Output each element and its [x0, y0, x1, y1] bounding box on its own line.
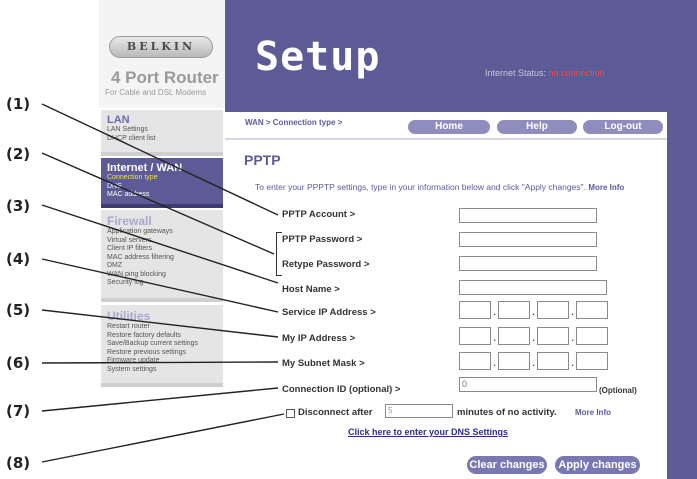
disconnect-label: Disconnect after — [298, 407, 373, 418]
internet-status-value: no connection — [548, 68, 605, 78]
service-ip-octet-4[interactable] — [576, 301, 608, 319]
logo-panel: BELKIN 4 Port Router For Cable and DSL M… — [99, 0, 225, 108]
sidebar-section-utilities: Utilities Restart router Restore factory… — [101, 305, 223, 387]
ip-dot: . — [571, 355, 575, 369]
my-ip-octet-1[interactable] — [459, 327, 491, 345]
sidebar-item-system-settings[interactable]: System settings — [107, 366, 217, 375]
ip-dot: . — [532, 355, 536, 369]
sidebar-item-client-ip-filters[interactable]: Client IP filters — [107, 245, 217, 254]
sidebar-heading-wan[interactable]: Internet / WAN — [107, 162, 217, 174]
host-name-input[interactable] — [459, 280, 607, 295]
dns-settings-link[interactable]: Click here to enter your DNS Settings — [348, 427, 508, 437]
my-ip-label: My IP Address > — [282, 333, 356, 344]
internet-status: Internet Status: no connection — [485, 68, 605, 78]
sidebar-item-application-gateways[interactable]: Application gateways — [107, 228, 217, 237]
my-ip-octet-3[interactable] — [537, 327, 569, 345]
ip-dot: . — [493, 330, 497, 344]
sidebar-item-mac-filtering[interactable]: MAC address filtering — [107, 254, 217, 263]
connection-id-label: Connection ID (optional) > — [282, 384, 401, 395]
callout-7: (7) — [6, 402, 31, 420]
ip-dot: . — [532, 330, 536, 344]
sidebar-item-dmz[interactable]: DMZ — [107, 262, 217, 271]
ip-dot: . — [571, 330, 575, 344]
callout-5: (5) — [6, 301, 31, 319]
disconnect-more-info-link[interactable]: More Info — [575, 408, 611, 417]
apply-changes-button[interactable]: Apply changes — [555, 456, 640, 474]
sidebar-item-save-backup[interactable]: Save/Backup current settings — [107, 340, 217, 349]
my-ip-octet-4[interactable] — [576, 327, 608, 345]
disconnect-checkbox[interactable] — [286, 409, 295, 418]
page-title: Setup — [255, 34, 381, 80]
callout-8: (8) — [6, 454, 31, 472]
service-ip-octet-2[interactable] — [498, 301, 530, 319]
sidebar-section-lan: LAN LAN Settings DHCP client list — [101, 110, 223, 156]
sidebar-item-connection-type[interactable]: Connection type — [107, 174, 217, 183]
navigation-bar: WAN > Connection type > Home Help Log-ou… — [225, 112, 667, 140]
product-subtitle: For Cable and DSL Modems — [105, 88, 207, 97]
header-band: Setup Internet Status: no connection — [225, 0, 697, 112]
sidebar-item-restore-defaults[interactable]: Restore factory defaults — [107, 332, 217, 341]
sidebar-heading-firewall[interactable]: Firewall — [107, 214, 217, 228]
sidebar-item-restart-router[interactable]: Restart router — [107, 323, 217, 332]
pptp-account-input[interactable] — [459, 208, 597, 223]
pptp-password-label: PPTP Password > — [282, 234, 363, 245]
sidebar-item-restore-previous[interactable]: Restore previous settings — [107, 349, 217, 358]
optional-tag: (Optional) — [599, 386, 637, 395]
sidebar-heading-lan[interactable]: LAN — [107, 114, 217, 126]
pptp-account-label: PPTP Account > — [282, 209, 356, 220]
host-name-label: Host Name > — [282, 284, 340, 295]
sidebar-heading-utilities[interactable]: Utilities — [107, 309, 217, 323]
pptp-password-input[interactable] — [459, 232, 597, 247]
sidebar-item-security-log[interactable]: Security log — [107, 279, 217, 288]
intro-body: To enter your PPPTP settings, type in yo… — [255, 182, 586, 192]
service-ip-octet-3[interactable] — [537, 301, 569, 319]
disconnect-minutes-input[interactable]: 5 — [385, 404, 453, 418]
retype-password-input[interactable] — [459, 256, 597, 271]
sidebar-item-dns[interactable]: DNS — [107, 183, 217, 192]
right-border-strip — [667, 112, 697, 479]
intro-text: To enter your PPPTP settings, type in yo… — [255, 182, 675, 193]
intro-more-info-link[interactable]: More Info — [588, 183, 624, 192]
subnet-octet-3[interactable] — [537, 352, 569, 370]
breadcrumb: WAN > Connection type > — [245, 118, 343, 127]
product-title: 4 Port Router — [111, 68, 219, 87]
subnet-mask-label: My Subnet Mask > — [282, 358, 365, 369]
logout-button[interactable]: Log-out — [583, 120, 663, 134]
sidebar-section-wan: Internet / WAN Connection type DNS MAC a… — [101, 158, 223, 208]
ip-dot: . — [532, 304, 536, 318]
sidebar-item-lan-settings[interactable]: LAN Settings — [107, 126, 217, 135]
ip-dot: . — [493, 355, 497, 369]
callout-1: (1) — [6, 95, 31, 113]
subnet-octet-4[interactable] — [576, 352, 608, 370]
retype-password-label: Retype Password > — [282, 259, 370, 270]
sidebar-item-virtual-servers[interactable]: Virtual servers — [107, 237, 217, 246]
my-ip-octet-2[interactable] — [498, 327, 530, 345]
belkin-logo: BELKIN — [109, 36, 213, 58]
help-button[interactable]: Help — [497, 120, 577, 134]
callout-6: (6) — [6, 354, 31, 372]
subnet-octet-1[interactable] — [459, 352, 491, 370]
service-ip-label: Service IP Address > — [282, 307, 376, 318]
callout-4: (4) — [6, 250, 31, 268]
sidebar-item-mac-address[interactable]: MAC address — [107, 191, 217, 200]
sidebar-item-firmware-update[interactable]: Firmware update — [107, 357, 217, 366]
sidebar-item-dhcp-client-list[interactable]: DHCP client list — [107, 135, 217, 144]
section-heading: PPTP — [244, 152, 281, 168]
internet-status-label: Internet Status: — [485, 68, 547, 78]
ip-dot: . — [571, 304, 575, 318]
connection-id-input[interactable]: 0 — [459, 377, 597, 392]
home-button[interactable]: Home — [408, 120, 490, 134]
ip-dot: . — [493, 304, 497, 318]
service-ip-octet-1[interactable] — [459, 301, 491, 319]
callout-2: (2) — [6, 145, 31, 163]
callout-3: (3) — [6, 197, 31, 215]
sidebar-item-wan-ping-blocking[interactable]: WAN ping blocking — [107, 271, 217, 280]
sidebar-section-firewall: Firewall Application gateways Virtual se… — [101, 210, 223, 302]
disconnect-suffix: minutes of no activity. — [457, 407, 557, 418]
sidebar: BELKIN 4 Port Router For Cable and DSL M… — [99, 0, 225, 479]
subnet-octet-2[interactable] — [498, 352, 530, 370]
clear-changes-button[interactable]: Clear changes — [467, 456, 547, 474]
